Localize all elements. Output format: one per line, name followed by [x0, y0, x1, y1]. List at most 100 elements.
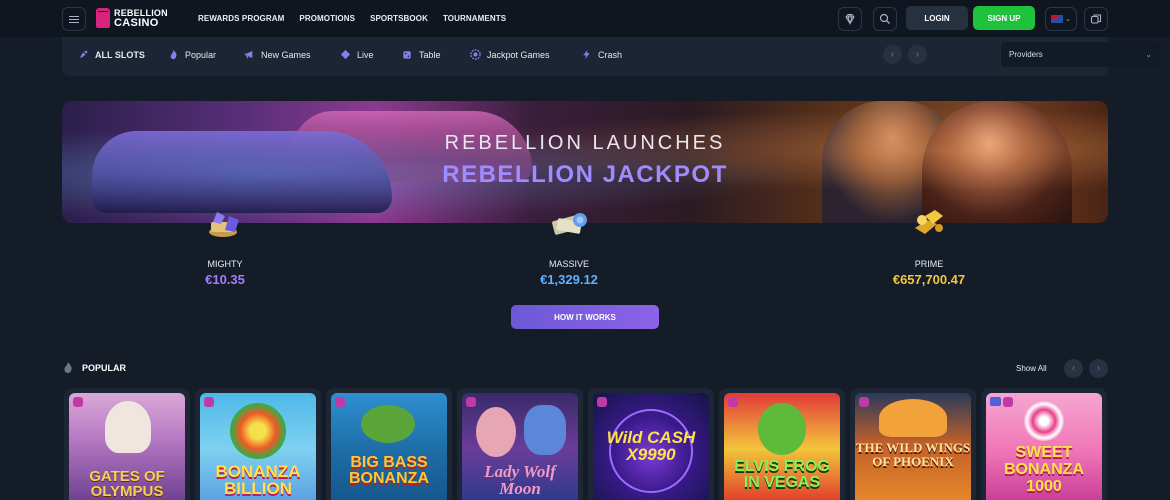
jackpot-value: €10.35: [205, 272, 245, 287]
game-badge: [1003, 397, 1013, 407]
jackpot-name: PRIME: [914, 259, 944, 269]
jackpot-value: €657,700.47: [892, 272, 966, 287]
rocket-icon: [79, 50, 88, 59]
game-thumbnail: ELVIS FROG IN VEGAS: [724, 393, 840, 500]
category-label: Jackpot Games: [487, 49, 550, 60]
game-title: GATES OF OLYMPUS: [89, 468, 165, 500]
providers-dropdown[interactable]: Providers ⌄: [1001, 42, 1160, 67]
game-card[interactable]: BONANZA BILLION: [195, 388, 321, 500]
language-selector[interactable]: ⌄: [1045, 7, 1077, 31]
chevron-left-icon: ‹: [1071, 363, 1076, 374]
login-button[interactable]: LOGIN: [906, 6, 968, 30]
popular-header: POPULAR: [62, 361, 126, 374]
category-label: New Games: [261, 49, 311, 60]
game-card[interactable]: ELVIS FROG IN VEGAS: [719, 388, 845, 500]
prime-gold-icon: [907, 206, 951, 242]
frog-figure: [758, 403, 806, 455]
category-live[interactable]: Live: [340, 49, 374, 60]
megaphone-icon: [244, 50, 253, 59]
signup-button[interactable]: SIGN UP: [973, 6, 1035, 30]
chevron-down-icon: ⌄: [1065, 16, 1071, 23]
flame-icon: [64, 362, 72, 373]
menu-button[interactable]: [62, 7, 86, 31]
game-badge: [859, 397, 869, 407]
wolf-figure: [524, 405, 566, 455]
providers-label: Providers: [1009, 50, 1043, 59]
show-all-link[interactable]: Show All: [1016, 364, 1047, 373]
category-bar: ALL SLOTS Popular New Games Live Table J…: [62, 37, 1160, 76]
category-next-button[interactable]: ›: [908, 45, 927, 64]
game-badge: [204, 397, 214, 407]
game-card[interactable]: GATES OF OLYMPUS: [64, 388, 190, 500]
category-label: Crash: [598, 49, 623, 60]
jackpot-banner[interactable]: REBELLION LAUNCHES REBELLION JACKPOT: [62, 101, 1108, 223]
category-all-slots[interactable]: ALL SLOTS: [78, 49, 145, 60]
game-title: BIG BASS BONANZA: [349, 454, 429, 487]
fist-logo-icon: [96, 8, 110, 28]
game-badge: [335, 397, 345, 407]
chevron-down-icon: ⌄: [1145, 50, 1152, 59]
chevron-right-icon: ›: [915, 49, 920, 60]
game-thumbnail: Lady Wolf Moon: [462, 393, 578, 500]
game-title: Lady Wolf Moon: [484, 462, 556, 498]
chat-icon: [1090, 14, 1102, 24]
popular-prev-button[interactable]: ‹: [1064, 359, 1083, 378]
diamond-icon: [340, 49, 351, 60]
bolt-icon: [583, 49, 590, 60]
section-title: POPULAR: [82, 362, 127, 373]
game-thumbnail: GATES OF OLYMPUS: [69, 393, 185, 500]
nav-rewards-program[interactable]: REWARDS PROGRAM: [198, 14, 284, 23]
lady-figure: [476, 407, 516, 457]
game-thumbnail: THE WILD WINGS OF PHOENIX: [855, 393, 971, 500]
game-badge: [990, 397, 1001, 406]
category-crash[interactable]: Crash: [581, 49, 622, 60]
banner-subheadline: REBELLION JACKPOT: [442, 161, 728, 188]
game-thumbnail: BIG BASS BONANZA: [331, 393, 447, 500]
jackpot-massive: MASSIVE €1,329.12: [489, 206, 649, 287]
chat-button[interactable]: [1084, 7, 1108, 31]
jackpot-value: €1,329.12: [540, 272, 598, 287]
flame-icon: [170, 49, 177, 60]
flag-icon: [1051, 15, 1064, 23]
category-new-games[interactable]: New Games: [244, 49, 311, 60]
logo[interactable]: REBELLION CASINO: [96, 8, 168, 29]
game-title: Wild CASH X9990: [606, 428, 696, 464]
menu-icon: [69, 15, 79, 23]
game-badge: [597, 397, 607, 407]
category-label: Table: [419, 49, 441, 60]
nav-tournaments[interactable]: TOURNAMENTS: [443, 14, 506, 23]
how-it-works-button[interactable]: HOW IT WORKS: [511, 305, 659, 329]
category-jackpot-games[interactable]: Jackpot Games: [470, 49, 550, 60]
game-card[interactable]: Wild CASH X9990: [588, 388, 714, 500]
bonus-button[interactable]: [838, 7, 862, 31]
bonus-gem-icon: [845, 13, 855, 25]
nav-promotions[interactable]: PROMOTIONS: [299, 14, 355, 23]
category-label: ALL SLOTS: [95, 49, 145, 60]
nav-sportsbook[interactable]: SPORTSBOOK: [370, 14, 428, 23]
game-card[interactable]: SWEET BONANZA 1000: [981, 388, 1107, 500]
search-button[interactable]: [873, 7, 897, 31]
category-label: Popular: [185, 49, 217, 60]
chevron-left-icon: ‹: [890, 49, 895, 60]
jackpot-name: MIGHTY: [207, 259, 243, 269]
lollipop: [1024, 401, 1064, 441]
game-card[interactable]: Lady Wolf Moon: [457, 388, 583, 500]
chip-icon: [470, 49, 481, 60]
game-badge: [728, 397, 738, 407]
category-table[interactable]: Table: [402, 49, 441, 60]
popular-next-button[interactable]: ›: [1089, 359, 1108, 378]
candy-wheel: [230, 403, 286, 459]
category-popular[interactable]: Popular: [168, 49, 216, 60]
game-badge: [73, 397, 83, 407]
game-thumbnail: Wild CASH X9990: [593, 393, 709, 500]
game-card[interactable]: THE WILD WINGS OF PHOENIX: [850, 388, 976, 500]
game-card[interactable]: BIG BASS BONANZA: [326, 388, 452, 500]
massive-cash-icon: [547, 206, 591, 242]
game-title: BONANZA BILLION: [215, 462, 301, 498]
jackpot-mighty: MIGHTY €10.35: [145, 206, 305, 287]
category-prev-button[interactable]: ‹: [883, 45, 902, 64]
top-header: REBELLION CASINO REWARDS PROGRAM PROMOTI…: [0, 0, 1170, 37]
chevron-right-icon: ›: [1096, 363, 1101, 374]
game-title: ELVIS FROG IN VEGAS: [734, 458, 830, 491]
banner-headline: REBELLION LAUNCHES: [444, 132, 726, 154]
